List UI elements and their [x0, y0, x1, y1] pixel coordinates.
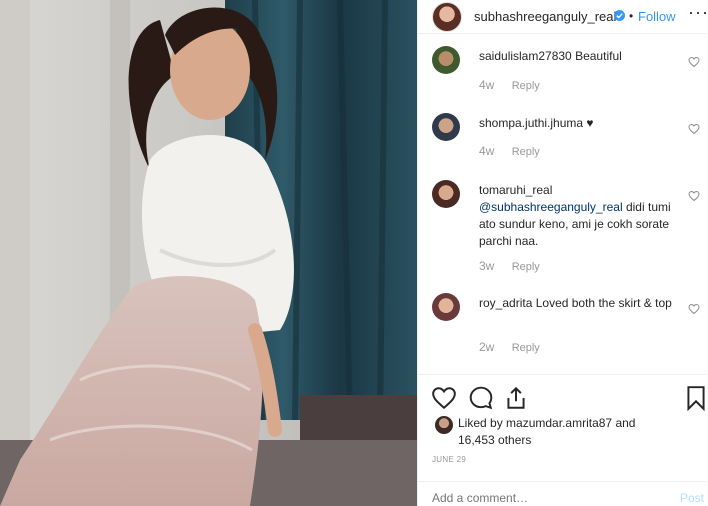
reply-button[interactable]: Reply [512, 146, 540, 158]
commenter-avatar[interactable] [432, 180, 460, 208]
comment-list[interactable]: saidulislam27830 Beautiful 4w Reply shom… [418, 34, 708, 374]
add-comment-input[interactable] [432, 491, 652, 505]
comment-text-block: shompa.juthi.jhuma ♥ [479, 115, 684, 132]
commenter-avatar[interactable] [432, 46, 460, 74]
comment-username[interactable]: shompa.juthi.jhuma [479, 116, 583, 130]
comment-text: Beautiful [575, 49, 622, 63]
likes-prefix: Liked by [458, 416, 503, 430]
comment-username[interactable]: roy_adrita [479, 296, 532, 310]
post-comment-button[interactable]: Post [680, 491, 704, 505]
header-separator: • [629, 9, 634, 23]
commenter-avatar[interactable] [432, 113, 460, 141]
post-photo[interactable] [0, 0, 417, 506]
comment-meta: 4w Reply [479, 78, 540, 92]
reply-button[interactable]: Reply [512, 342, 540, 354]
likes-count[interactable]: 16,453 others [458, 433, 531, 447]
comment-meta: 4w Reply [479, 144, 540, 158]
comment-meta: 3w Reply [479, 259, 540, 273]
comment-like-heart-icon[interactable] [688, 303, 700, 315]
comment-like-heart-icon[interactable] [688, 56, 700, 68]
comment-like-heart-icon[interactable] [688, 190, 700, 202]
comment-item: saidulislam27830 Beautiful 4w Reply [432, 46, 700, 106]
post-date[interactable]: JUNE 29 [432, 455, 466, 464]
likes-and: and [615, 416, 636, 430]
comment-meta: 2w Reply [479, 340, 540, 354]
author-username[interactable]: subhashreeganguly_real [474, 9, 616, 24]
bookmark-icon[interactable] [683, 385, 708, 411]
comment-item: shompa.juthi.jhuma ♥ 4w Reply [432, 113, 700, 173]
share-icon[interactable] [503, 385, 529, 411]
comment-icon[interactable] [468, 385, 494, 411]
comment-text: Loved both the skirt & top [535, 296, 672, 310]
comment-username[interactable]: saidulislam27830 [479, 49, 572, 63]
verified-badge-icon [614, 10, 625, 21]
comment-time[interactable]: 2w [479, 340, 494, 354]
post-header: subhashreeganguly_real • Follow ··· [418, 0, 708, 34]
comment-like-heart-icon[interactable] [688, 123, 700, 135]
more-options-icon[interactable]: ··· [688, 2, 708, 23]
comment-text-block: tomaruhi_real @subhashreeganguly_real di… [479, 182, 684, 250]
comment-item: tomaruhi_real @subhashreeganguly_real di… [432, 180, 700, 275]
comment-mention[interactable]: @subhashreeganguly_real [479, 200, 623, 214]
comment-time[interactable]: 4w [479, 78, 494, 92]
liker-avatar[interactable] [435, 416, 453, 434]
comment-text-block: roy_adrita Loved both the skirt & top [479, 295, 684, 312]
author-avatar[interactable] [432, 2, 462, 32]
reply-button[interactable]: Reply [512, 261, 540, 273]
comment-text-block: saidulislam27830 Beautiful [479, 48, 684, 65]
liker-username[interactable]: mazumdar.amrita87 [506, 416, 612, 430]
add-comment-bar: Post [418, 481, 708, 506]
comment-time[interactable]: 3w [479, 259, 494, 273]
heart-icon[interactable] [431, 385, 457, 411]
reply-button[interactable]: Reply [512, 80, 540, 92]
post-actions: Liked by mazumdar.amrita87 and 16,453 ot… [418, 374, 708, 494]
comment-username[interactable]: tomaruhi_real [479, 183, 552, 197]
commenter-avatar[interactable] [432, 293, 460, 321]
comment-time[interactable]: 4w [479, 144, 494, 158]
post-side-panel: subhashreeganguly_real • Follow ··· said… [417, 0, 708, 506]
follow-button[interactable]: Follow [638, 9, 676, 24]
likes-summary: Liked by mazumdar.amrita87 and 16,453 ot… [458, 415, 698, 449]
comment-text: ♥ [586, 116, 594, 130]
post-image [0, 0, 417, 506]
comment-item: roy_adrita Loved both the skirt & top 2w… [432, 293, 700, 373]
